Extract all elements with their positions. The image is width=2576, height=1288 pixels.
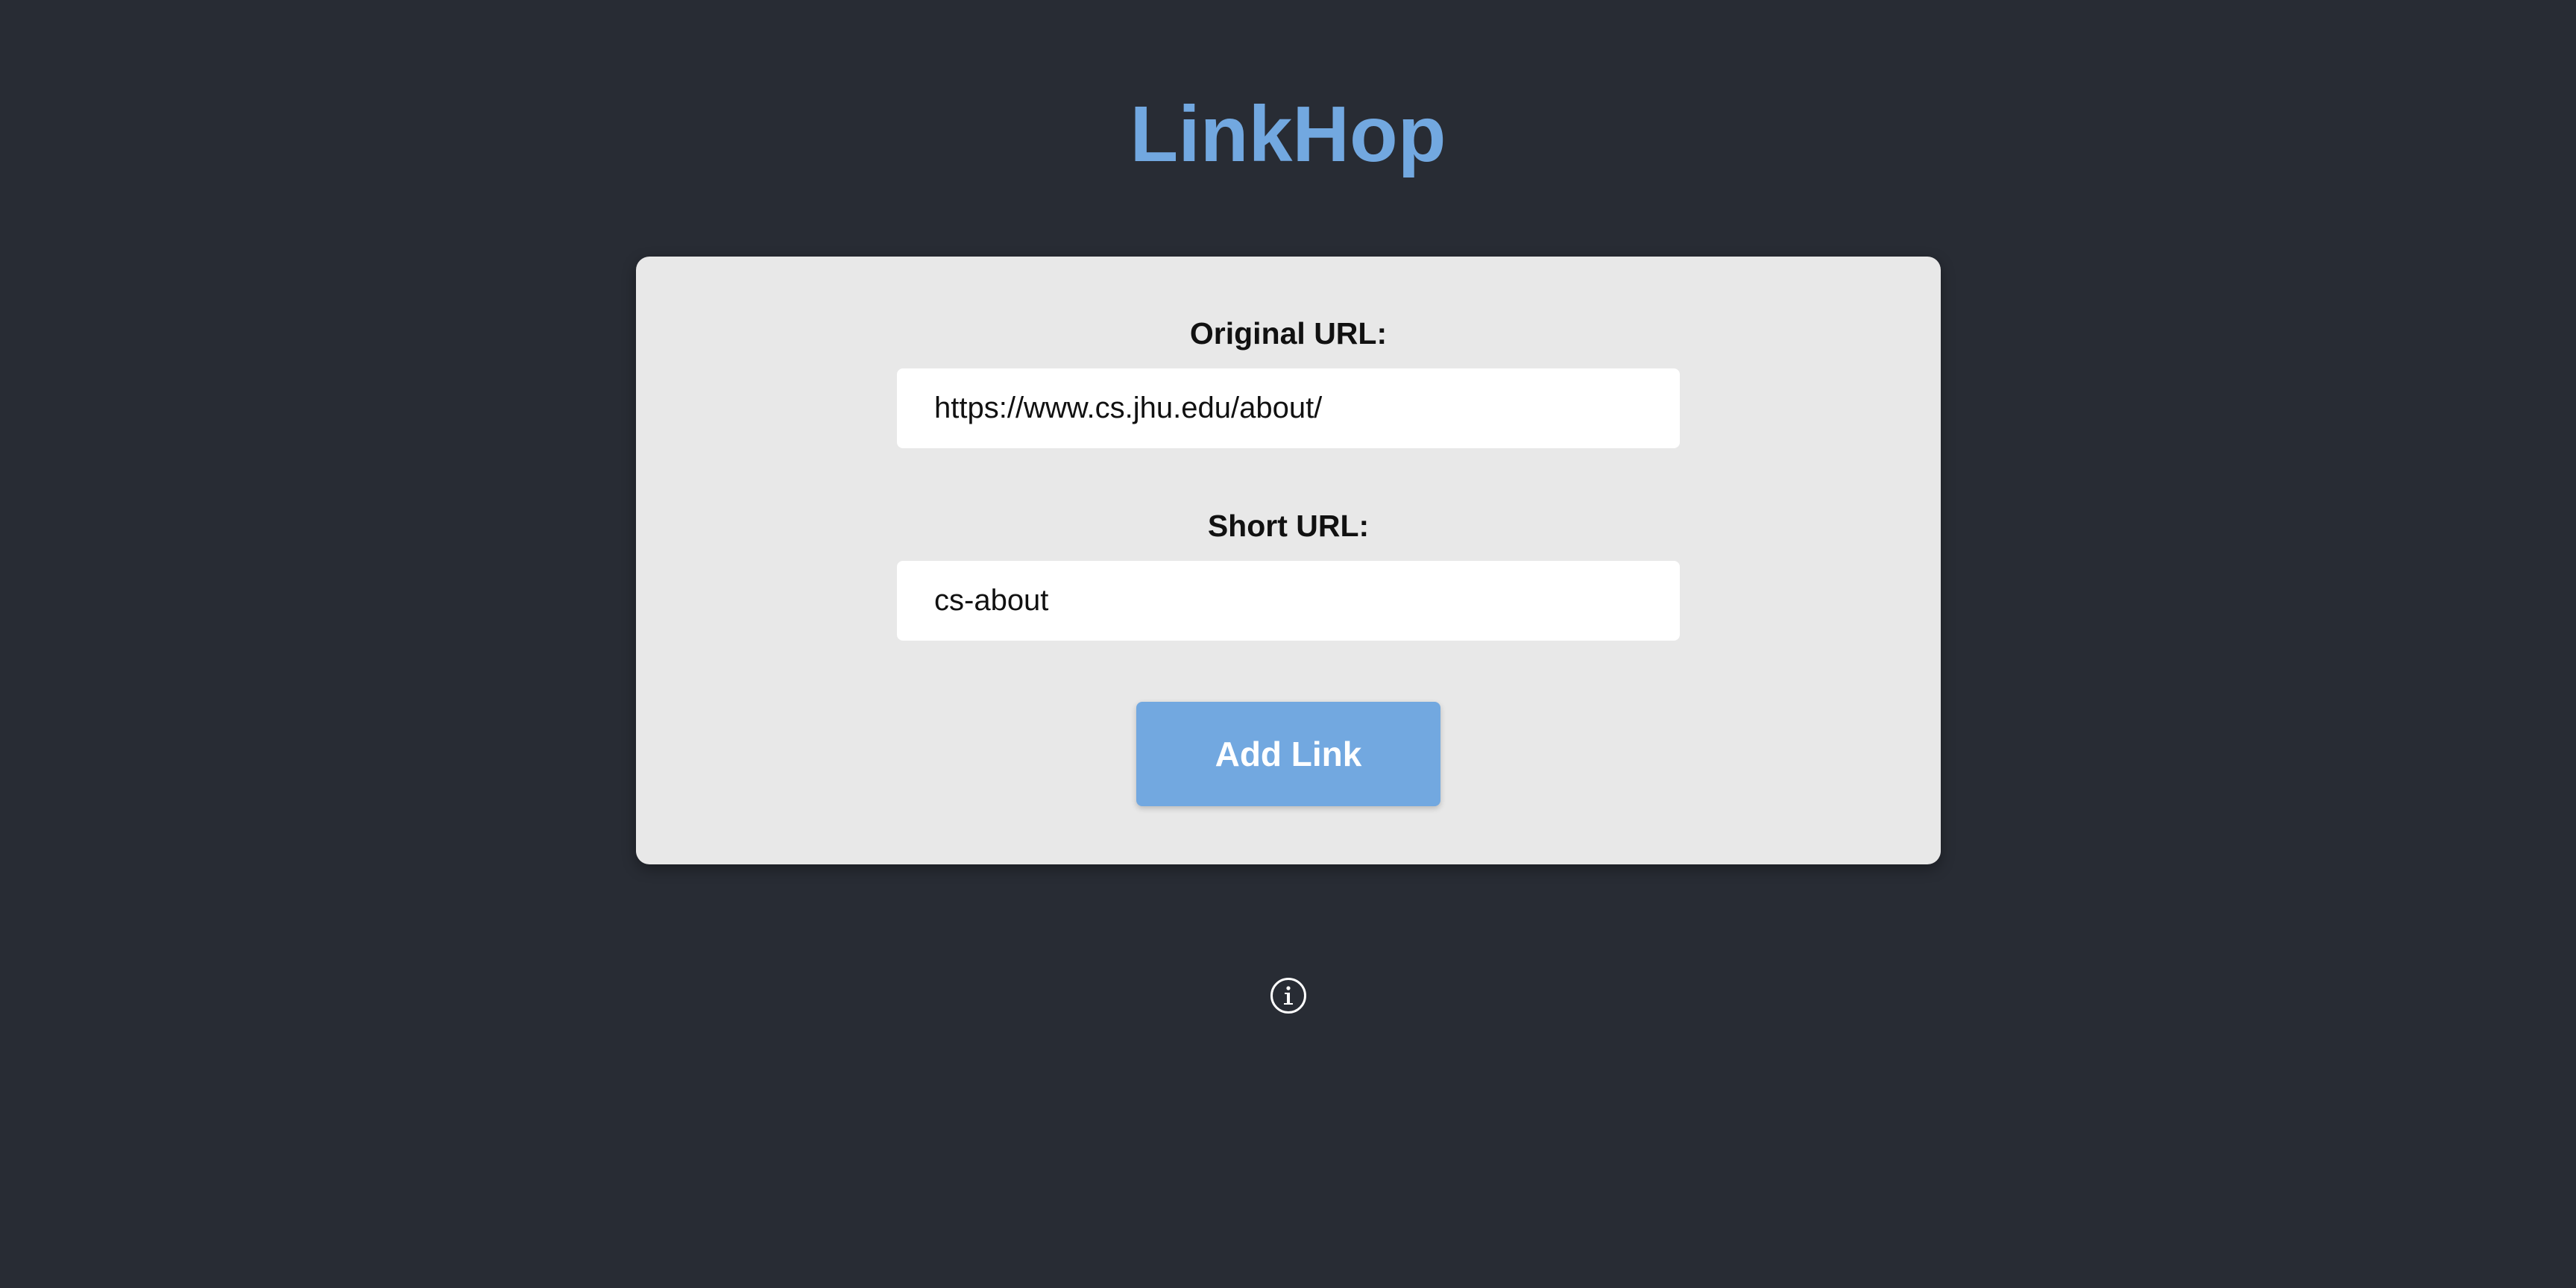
short-url-input[interactable] [897,561,1680,641]
add-link-button[interactable]: Add Link [1136,702,1440,806]
original-url-input[interactable] [897,368,1680,448]
info-button[interactable] [1270,978,1306,1014]
original-url-label: Original URL: [1189,316,1388,351]
short-url-label: Short URL: [1207,509,1370,543]
add-link-form: Original URL: Short URL: Add Link [636,257,1941,864]
app-title: LinkHop [1130,90,1446,178]
info-icon [1284,986,1293,1005]
